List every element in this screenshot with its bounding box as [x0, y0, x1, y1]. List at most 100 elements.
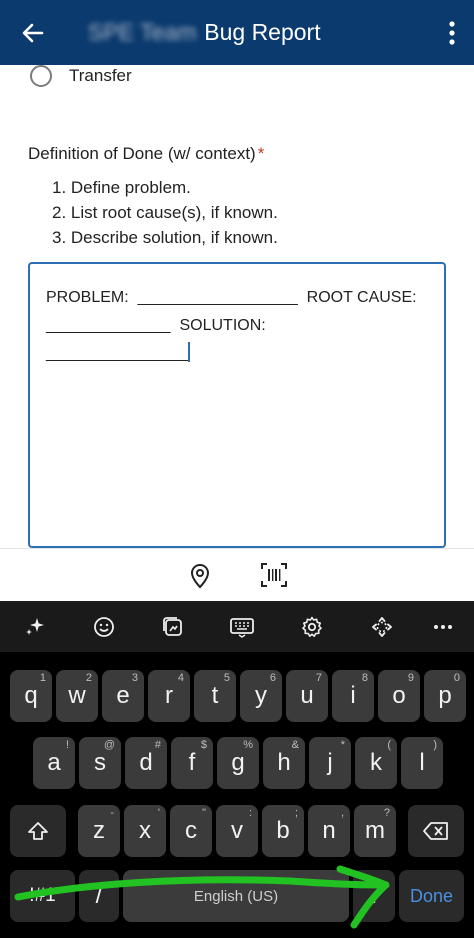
key-p[interactable]: p0 — [424, 670, 466, 722]
key-hint: @ — [103, 739, 115, 751]
space-key[interactable]: English (US) — [123, 870, 349, 922]
key-letter: q — [24, 682, 38, 709]
barcode-scan-icon[interactable] — [261, 563, 287, 587]
key-letter: r — [165, 682, 173, 709]
blurred-team-name: SPE Team — [88, 19, 197, 45]
key-hint: ? — [383, 807, 390, 819]
key-i[interactable]: i8 — [332, 670, 374, 722]
sticker-icon[interactable] — [158, 612, 188, 642]
key-letter: o — [392, 682, 406, 709]
key-hint: 4 — [177, 672, 184, 684]
cursor-move-icon[interactable] — [367, 612, 397, 642]
keyboard-icon[interactable] — [227, 612, 257, 642]
more-vert-icon[interactable] — [448, 20, 456, 46]
key-hint: 7 — [315, 672, 322, 684]
key-letter: h — [277, 749, 291, 776]
key-letter: x — [139, 817, 151, 844]
key-letter: k — [370, 749, 382, 776]
key-hint: ; — [294, 807, 298, 819]
instruction-step: 2. List root cause(s), if known. — [52, 203, 278, 222]
instruction-step: 3. Describe solution, if known. — [52, 228, 278, 247]
key-hint: % — [243, 739, 253, 751]
text-cursor — [188, 342, 191, 362]
key-letter: d — [139, 749, 153, 776]
key-l[interactable]: l) — [401, 737, 443, 789]
definition-of-done-textarea[interactable]: PROBLEM: __________________ ROOT CAUSE: … — [28, 262, 446, 548]
key-hint: ( — [387, 739, 391, 751]
key-m[interactable]: m? — [354, 805, 396, 857]
more-horizontal-icon[interactable] — [428, 612, 458, 642]
required-mark: * — [257, 144, 265, 163]
key-w[interactable]: w2 — [56, 670, 98, 722]
key-letter: c — [185, 817, 197, 844]
key-o[interactable]: o9 — [378, 670, 420, 722]
radio-button[interactable] — [30, 65, 52, 87]
key-hint: 0 — [453, 672, 460, 684]
key-c[interactable]: c " — [170, 805, 212, 857]
done-key[interactable]: Done — [399, 870, 464, 922]
key-hint: : — [248, 807, 252, 819]
key-hint: ' — [157, 807, 160, 819]
key-t[interactable]: t5 — [194, 670, 236, 722]
key-e[interactable]: e3 — [102, 670, 144, 722]
period-key[interactable]: . — [353, 870, 395, 922]
radio-option-transfer[interactable]: Transfer — [30, 63, 132, 89]
key-n[interactable]: n, — [308, 805, 350, 857]
attachment-toolbar — [0, 549, 474, 601]
key-letter: u — [300, 682, 314, 709]
shift-key[interactable] — [10, 805, 66, 857]
key-letter: g — [231, 749, 245, 776]
key-letter: f — [188, 749, 196, 776]
key-z[interactable]: z- — [78, 805, 120, 857]
backspace-key[interactable] — [408, 805, 464, 857]
key-hint: 9 — [407, 672, 414, 684]
question-text: Definition of Done (w/ context) — [28, 144, 256, 163]
key-hint: " — [202, 807, 206, 819]
symbols-key[interactable]: !#1 — [10, 870, 75, 922]
key-r[interactable]: r4 — [148, 670, 190, 722]
key-hint: 5 — [223, 672, 230, 684]
back-arrow-icon[interactable] — [18, 18, 48, 48]
key-j[interactable]: j * — [309, 737, 351, 789]
key-y[interactable]: y6 — [240, 670, 282, 722]
key-hint: ) — [433, 739, 437, 751]
page-title: SPE Team Bug Report — [88, 19, 321, 46]
question-label: Definition of Done (w/ context) * — [28, 144, 264, 164]
page-title-text: Bug Report — [204, 19, 321, 45]
key-letter: m — [365, 817, 385, 844]
emoji-icon[interactable] — [89, 612, 119, 642]
key-u[interactable]: u7 — [286, 670, 328, 722]
key-f[interactable]: f $ — [171, 737, 213, 789]
location-pin-icon[interactable] — [189, 563, 211, 589]
key-g[interactable]: g% — [217, 737, 259, 789]
key-letter: v — [231, 817, 243, 844]
key-hint: 3 — [131, 672, 138, 684]
key-letter: t — [211, 682, 219, 709]
key-hint: $ — [200, 739, 207, 751]
key-letter: p — [438, 682, 452, 709]
key-v[interactable]: v: — [216, 805, 258, 857]
key-letter: s — [94, 749, 106, 776]
key-h[interactable]: h & — [263, 737, 305, 789]
slash-key[interactable]: / — [79, 870, 119, 922]
key-hint: - — [110, 807, 114, 819]
key-letter: l — [419, 749, 425, 776]
key-d[interactable]: d # — [125, 737, 167, 789]
key-a[interactable]: a! — [33, 737, 75, 789]
radio-label: Transfer — [69, 66, 132, 85]
settings-icon[interactable] — [297, 612, 327, 642]
sparkle-icon[interactable] — [20, 612, 50, 642]
key-x[interactable]: x ' — [124, 805, 166, 857]
key-letter: y — [255, 682, 267, 709]
app-bar: SPE Team Bug Report — [0, 0, 474, 65]
key-k[interactable]: k( — [355, 737, 397, 789]
key-q[interactable]: q1 — [10, 670, 52, 722]
key-s[interactable]: s @ — [79, 737, 121, 789]
key-hint: 2 — [85, 672, 92, 684]
key-letter: b — [276, 817, 290, 844]
instruction-step: 1. Define problem. — [52, 178, 191, 197]
textarea-value: PROBLEM: __________________ ROOT CAUSE: … — [46, 289, 417, 362]
key-b[interactable]: b; — [262, 805, 304, 857]
key-hint: * — [340, 739, 345, 751]
key-letter: i — [350, 682, 356, 709]
